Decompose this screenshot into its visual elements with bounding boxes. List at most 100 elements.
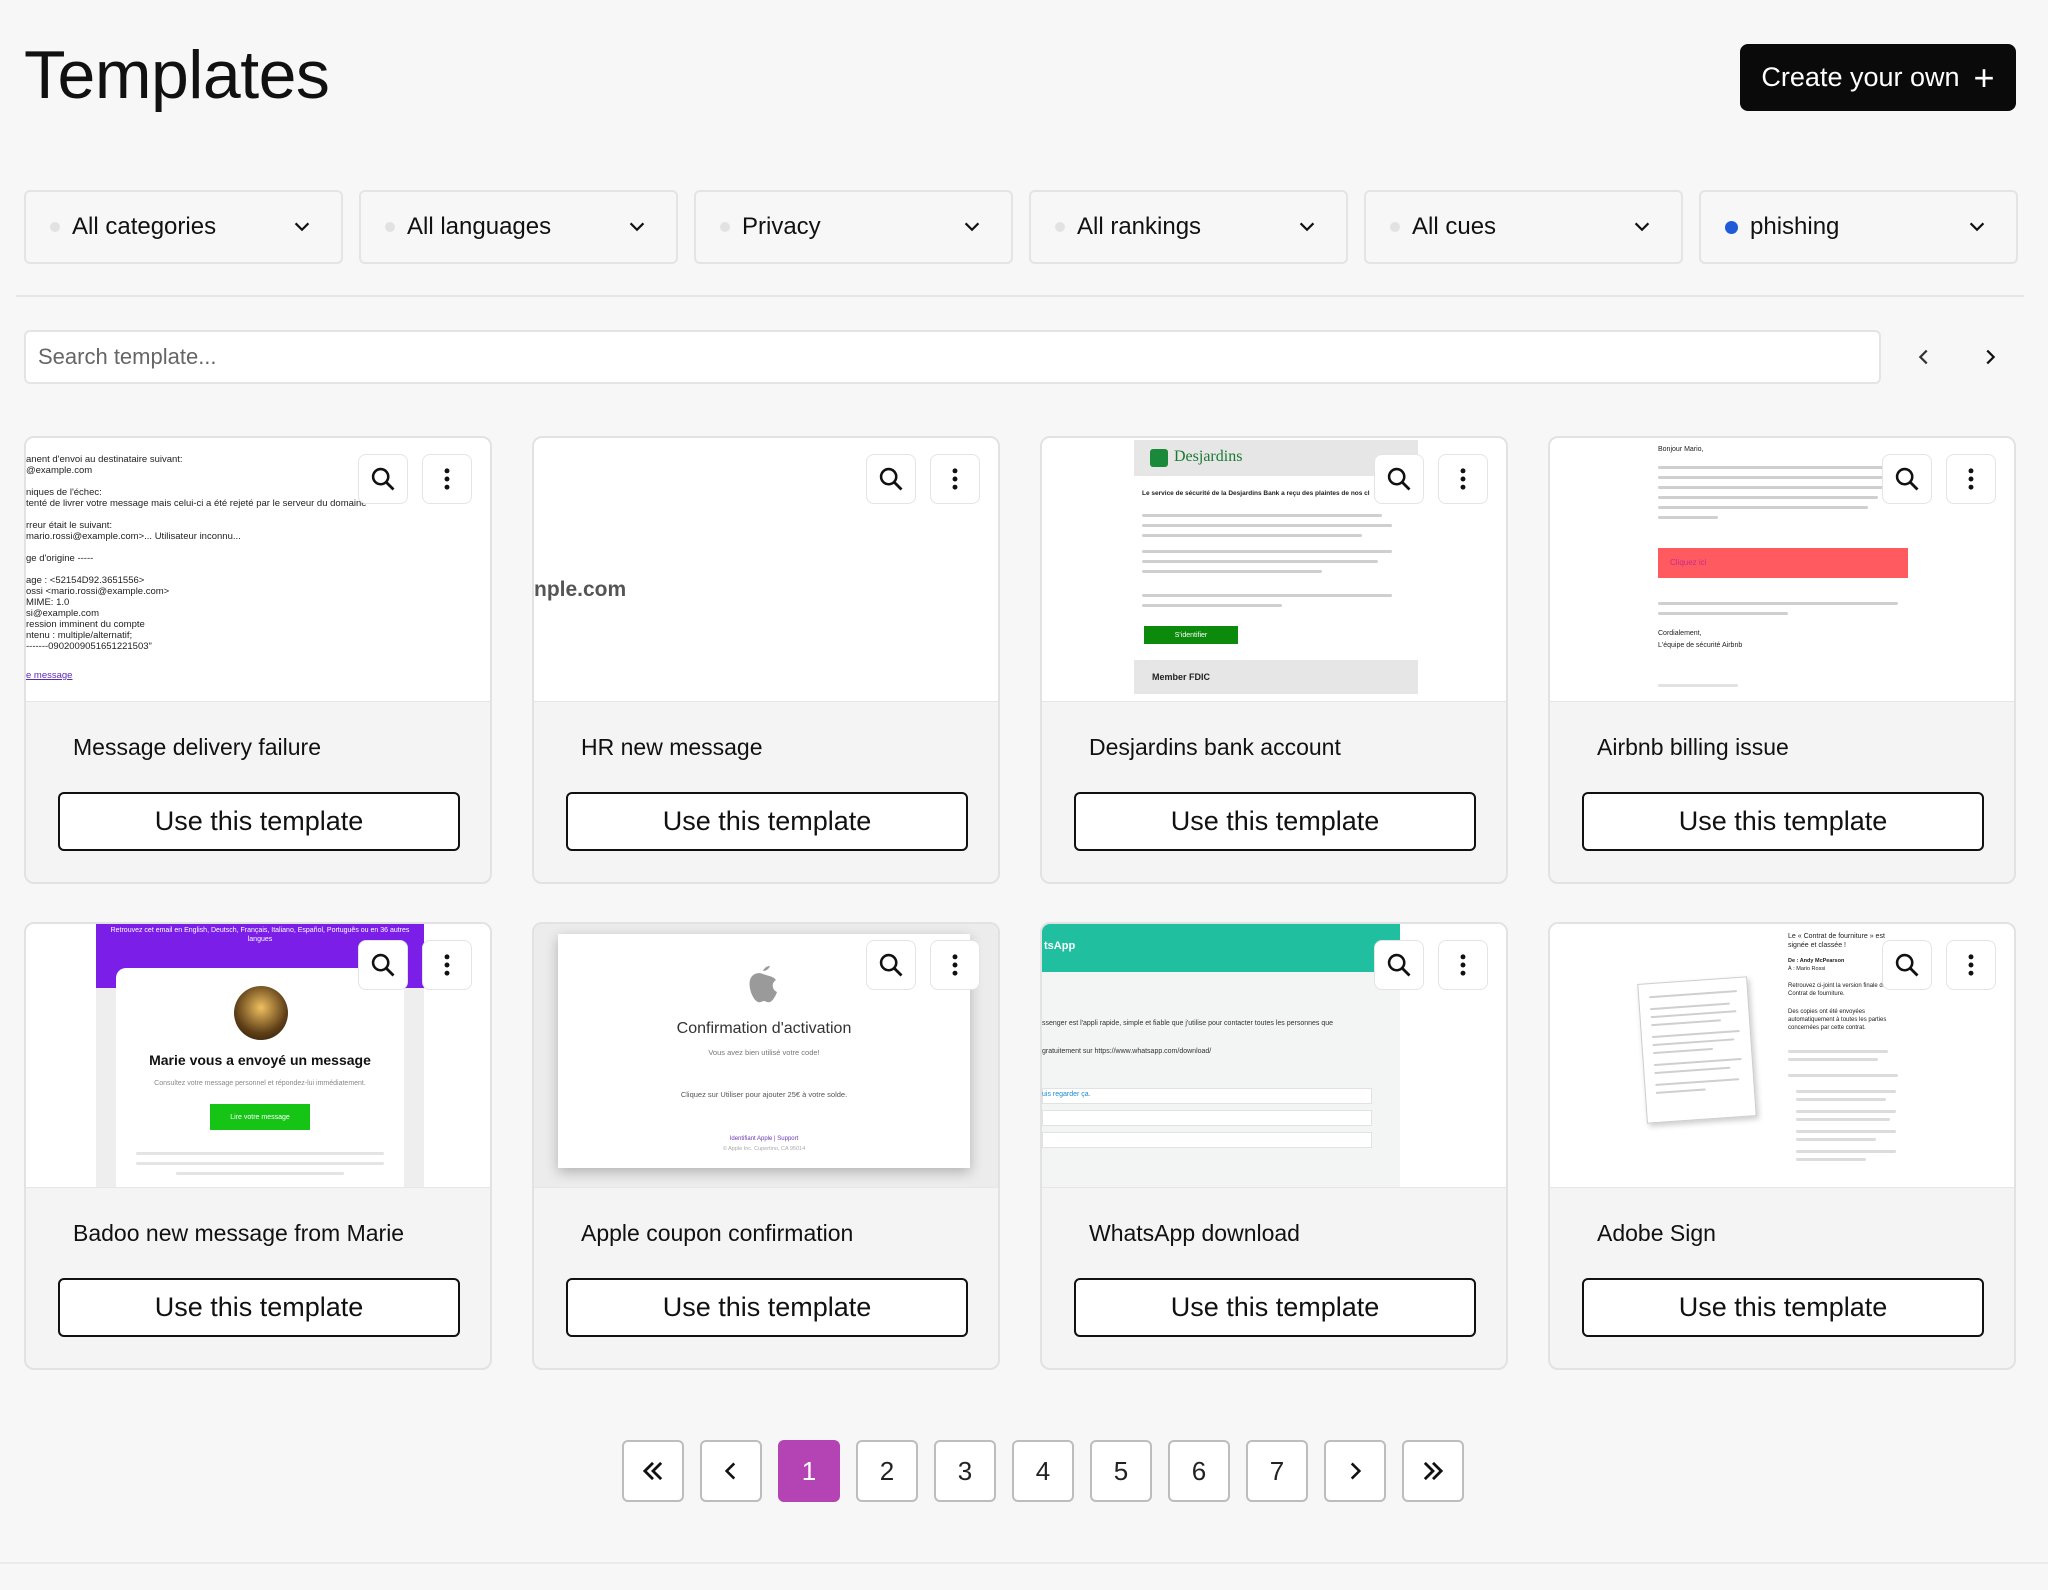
search-icon <box>1895 467 1919 491</box>
more-options-button[interactable] <box>1946 940 1996 990</box>
filter-type[interactable]: phishing <box>1699 190 2018 264</box>
page-5-button[interactable]: 5 <box>1090 1440 1152 1502</box>
page-1-button[interactable]: 1 <box>778 1440 840 1502</box>
filter-privacy[interactable]: Privacy <box>694 190 1013 264</box>
next-arrow-button[interactable] <box>1970 337 2010 377</box>
page-6-button[interactable]: 6 <box>1168 1440 1230 1502</box>
page-2-button[interactable]: 2 <box>856 1440 918 1502</box>
template-title: Message delivery failure <box>73 734 322 760</box>
template-card: tsApp ssenger est l'appli rapide, simple… <box>1040 922 1508 1370</box>
pagination: 1 2 3 4 5 6 7 <box>622 1440 1464 1502</box>
use-template-button[interactable]: Use this template <box>1582 792 1984 851</box>
avatar <box>234 986 288 1040</box>
template-card: Le « Contrat de fourniture » est signée … <box>1548 922 2016 1370</box>
template-card: Desjardins Le service de sécurité de la … <box>1040 436 1508 884</box>
chevron-down-icon <box>294 222 310 232</box>
chevron-left-icon <box>724 1462 736 1480</box>
filter-label: Privacy <box>742 213 821 240</box>
filter-status-dot <box>50 222 60 232</box>
preview-domain: nple.com <box>534 578 627 601</box>
filter-bar: All categories All languages Privacy All… <box>24 190 2018 264</box>
more-options-button[interactable] <box>422 940 472 990</box>
next-page-button[interactable] <box>1324 1440 1386 1502</box>
more-vertical-icon <box>444 468 450 490</box>
search-icon <box>879 953 903 977</box>
use-template-button[interactable]: Use this template <box>58 1278 460 1337</box>
template-card: Confirmation d'activation Vous avez bien… <box>532 922 1000 1370</box>
preview-button[interactable] <box>358 940 408 990</box>
search-input[interactable] <box>24 330 1881 384</box>
template-preview[interactable]: nple.com <box>534 438 998 702</box>
template-title: Badoo new message from Marie <box>73 1220 405 1246</box>
filter-label: All rankings <box>1077 213 1202 240</box>
more-options-button[interactable] <box>1946 454 1996 504</box>
template-card: Bonjour Mario, Cliquez ici Cordialement,… <box>1548 436 2016 884</box>
prev-arrow-button[interactable] <box>1904 337 1944 377</box>
chevron-down-icon <box>1634 222 1650 232</box>
template-title: HR new message <box>581 734 763 760</box>
chevron-down-icon <box>1299 222 1315 232</box>
more-options-button[interactable] <box>1438 940 1488 990</box>
page-3-button[interactable]: 3 <box>934 1440 996 1502</box>
more-options-button[interactable] <box>1438 454 1488 504</box>
preview-button[interactable] <box>1374 940 1424 990</box>
chevron-right-icon <box>1986 349 1996 365</box>
search-icon <box>1895 953 1919 977</box>
preview-button[interactable] <box>1374 454 1424 504</box>
filter-cues[interactable]: All cues <box>1364 190 1683 264</box>
filter-status-dot <box>1055 222 1065 232</box>
create-your-own-button[interactable]: Create your own + <box>1740 44 2016 111</box>
use-template-button[interactable]: Use this template <box>58 792 460 851</box>
create-button-label: Create your own <box>1761 62 1960 92</box>
preview-button[interactable] <box>866 454 916 504</box>
use-template-button[interactable]: Use this template <box>1074 792 1476 851</box>
first-page-button[interactable] <box>622 1440 684 1502</box>
more-options-button[interactable] <box>422 454 472 504</box>
template-preview[interactable]: Le « Contrat de fourniture » est signée … <box>1550 924 2014 1188</box>
use-template-button[interactable]: Use this template <box>1582 1278 1984 1337</box>
more-vertical-icon <box>952 468 958 490</box>
page-7-button[interactable]: 7 <box>1246 1440 1308 1502</box>
template-preview[interactable]: Confirmation d'activation Vous avez bien… <box>534 924 998 1188</box>
template-preview[interactable]: tsApp ssenger est l'appli rapide, simple… <box>1042 924 1506 1188</box>
template-preview[interactable]: Retrouvez cet email en English, Deutsch,… <box>26 924 490 1188</box>
filter-languages[interactable]: All languages <box>359 190 678 264</box>
filter-rankings[interactable]: All rankings <box>1029 190 1348 264</box>
more-vertical-icon <box>444 954 450 976</box>
use-template-button[interactable]: Use this template <box>1074 1278 1476 1337</box>
page-4-button[interactable]: 4 <box>1012 1440 1074 1502</box>
template-title: Desjardins bank account <box>1089 734 1341 760</box>
more-options-button[interactable] <box>930 454 980 504</box>
filter-label: All cues <box>1412 213 1497 240</box>
filter-label: All languages <box>407 213 552 240</box>
more-options-button[interactable] <box>930 940 980 990</box>
preview-button[interactable] <box>866 940 916 990</box>
template-preview[interactable]: anent d'envoi au destinataire suivant: @… <box>26 438 490 702</box>
filter-categories[interactable]: All categories <box>24 190 343 264</box>
desjardins-footer: Member FDIC <box>1134 660 1418 694</box>
chevron-left-icon <box>1918 349 1928 365</box>
template-title: Apple coupon confirmation <box>581 1220 854 1246</box>
use-template-button[interactable]: Use this template <box>566 792 968 851</box>
filter-status-dot <box>385 222 395 232</box>
airbnb-cta: Cliquez ici <box>1658 548 1908 578</box>
search-icon <box>371 953 395 977</box>
document-image <box>1637 976 1757 1124</box>
template-card: Retrouvez cet email en English, Deutsch,… <box>24 922 492 1370</box>
template-preview[interactable]: Bonjour Mario, Cliquez ici Cordialement,… <box>1550 438 2014 702</box>
filter-status-dot <box>720 222 730 232</box>
chevrons-right-icon <box>1423 1461 1444 1481</box>
desjardins-logo-icon <box>1150 449 1168 467</box>
preview-button[interactable] <box>358 454 408 504</box>
template-preview[interactable]: Desjardins Le service de sécurité de la … <box>1042 438 1506 702</box>
search-icon <box>1387 467 1411 491</box>
prev-page-button[interactable] <box>700 1440 762 1502</box>
divider <box>16 295 2024 297</box>
last-page-button[interactable] <box>1402 1440 1464 1502</box>
filter-label: All categories <box>72 213 217 240</box>
preview-button[interactable] <box>1882 454 1932 504</box>
preview-button[interactable] <box>1882 940 1932 990</box>
use-template-button[interactable]: Use this template <box>566 1278 968 1337</box>
template-title: Airbnb billing issue <box>1597 734 1789 760</box>
chevron-down-icon <box>629 222 645 232</box>
